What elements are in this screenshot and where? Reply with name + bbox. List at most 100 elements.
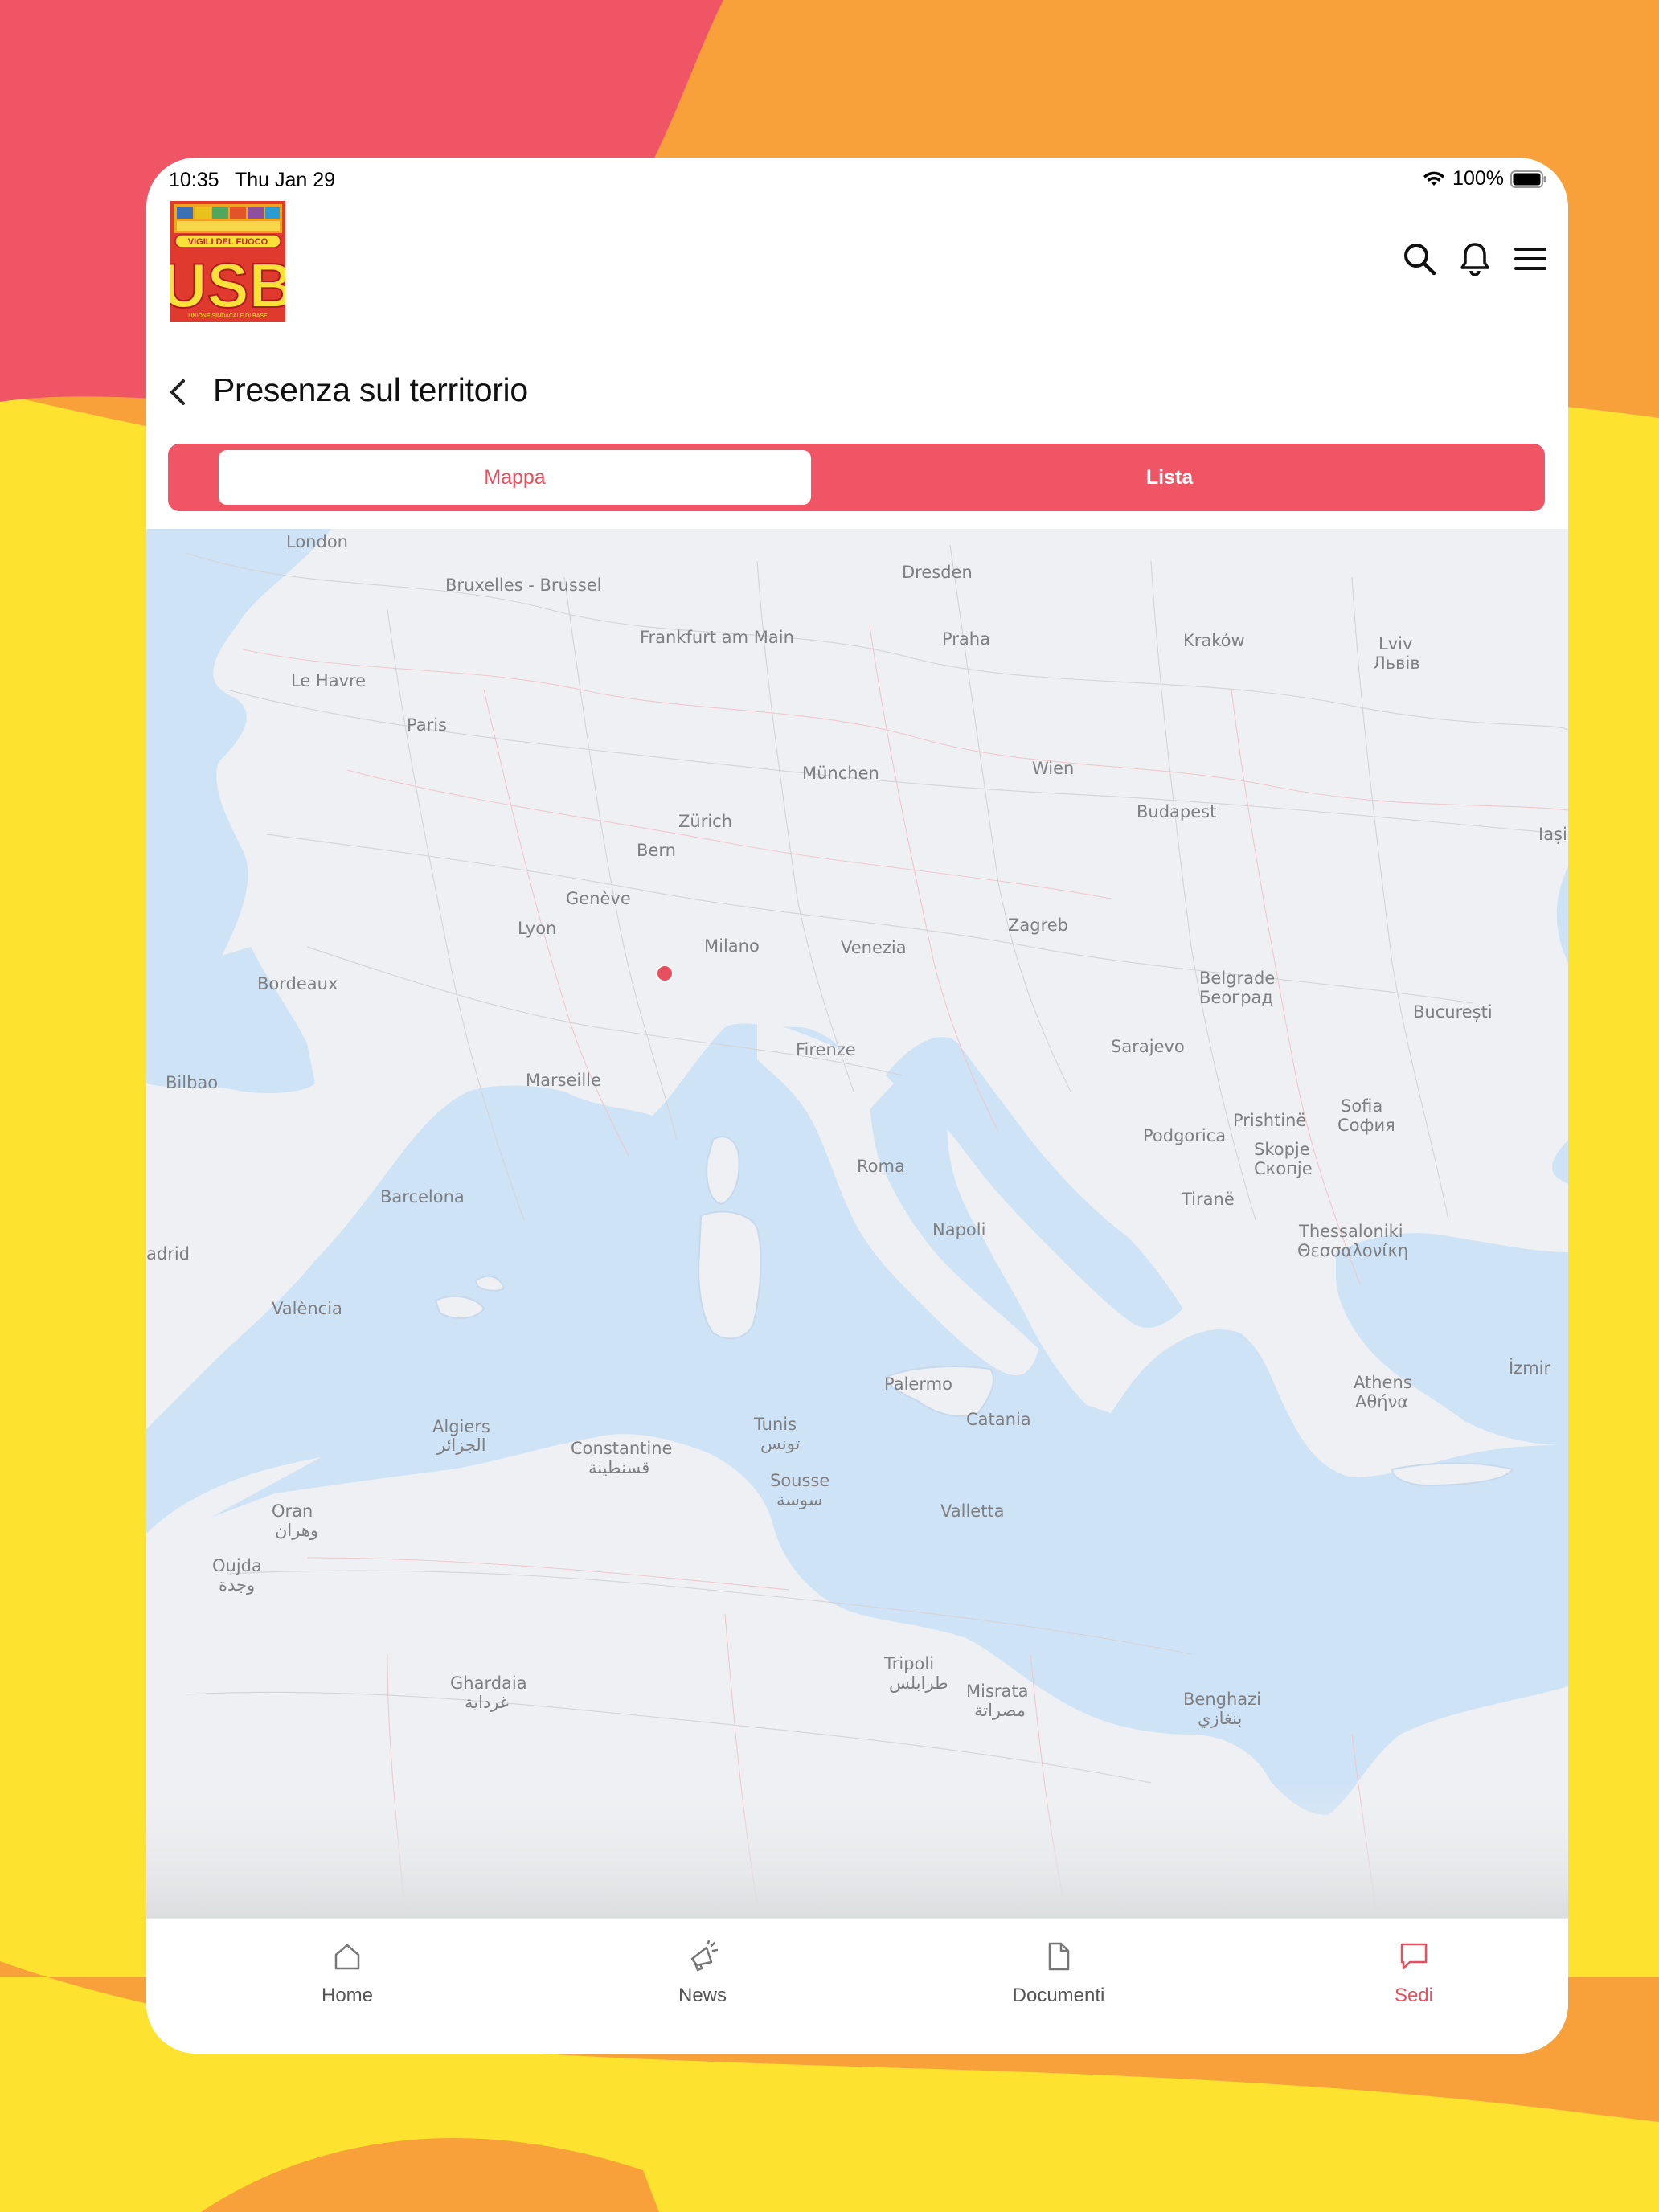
tab-news-label: News [678,1985,727,2006]
city-label: وهران [275,1521,319,1540]
status-time: 10:35 [169,169,219,191]
tab-sedi-label: Sedi [1394,1985,1434,2006]
city-label: Bruxelles - Brussel [445,576,602,595]
tab-home[interactable]: Home [227,1919,468,2039]
city-label: Oran [272,1501,313,1521]
city-label: Львів [1373,653,1420,673]
city-label: Praha [942,629,990,649]
svg-text:UNIONE SINDACALE DI BASE: UNIONE SINDACALE DI BASE [188,313,268,319]
city-label: München [802,764,879,783]
city-label: بنغازي [1198,1709,1243,1728]
city-label: Valletta [940,1501,1005,1521]
segment-lista[interactable]: Lista [853,450,1486,505]
city-label: Marseille [526,1071,601,1090]
city-label: Algiers [432,1417,490,1436]
status-bar: 10:35 Thu Jan 29 100% [146,158,1568,203]
city-label: București [1413,1002,1493,1022]
city-label: تونس [760,1434,801,1453]
map-view[interactable]: London Bruxelles - Brussel Dresden Frank… [146,529,1568,1918]
city-label: Constantine [571,1439,673,1458]
city-label: غرداية [465,1693,509,1712]
city-label: Tripoli [884,1654,935,1673]
wifi-icon [1423,171,1445,186]
city-label: سوسة [776,1490,823,1509]
tab-news[interactable]: News [582,1919,823,2039]
city-label: София [1337,1116,1395,1135]
bottom-tab-bar: Home News Documenti Sedi [146,1918,1568,2054]
city-label: Roma [857,1157,905,1176]
city-label: Milano [704,936,760,956]
city-label: Sarajevo [1111,1037,1185,1056]
location-pin[interactable] [657,966,672,981]
megaphone-icon [690,1940,719,1972]
city-label: Misrata [966,1682,1029,1701]
city-label: València [272,1299,342,1318]
city-label: Lyon [518,919,557,938]
city-label: Ghardaia [450,1673,527,1693]
city-label: طرابلس [889,1673,948,1693]
city-label: Bern [637,841,676,860]
city-label: Thessaloniki [1299,1222,1403,1241]
city-label: Tiranë [1182,1190,1235,1209]
city-label: Catania [966,1410,1031,1429]
status-date: Thu Jan 29 [235,169,336,191]
city-label: Frankfurt am Main [640,628,794,647]
battery-icon [1510,170,1546,188]
usb-logo[interactable]: VIGILI DEL FUOCO USB UNIONE SINDACALE DI… [170,201,285,322]
city-label: Belgrade [1199,969,1276,988]
tab-documenti-label: Documenti [1012,1985,1105,2006]
city-label: Benghazi [1183,1690,1262,1709]
city-label: Skopje [1254,1140,1310,1159]
city-label: Iași [1538,825,1567,844]
tab-documenti[interactable]: Documenti [938,1919,1179,2039]
city-label: Kraków [1183,631,1245,650]
battery-percent: 100% [1452,167,1504,190]
city-label: Bordeaux [257,974,338,993]
app-header [146,203,1568,331]
city-label: Palermo [884,1374,952,1394]
city-label: Lviv [1378,634,1413,653]
menu-icon[interactable] [1511,240,1550,278]
status-indicators: 100% [1422,167,1547,190]
city-label: مصراتة [974,1701,1026,1720]
city-label: Zürich [678,812,733,831]
app-window: 10:35 Thu Jan 29 100% VIGILI DEL FUOCO U… [146,158,1568,2054]
bell-icon[interactable] [1456,240,1494,278]
city-label: Genève [566,889,631,908]
city-label: Dresden [902,563,973,582]
svg-text:USB: USB [170,250,285,321]
document-icon [1048,1942,1070,1971]
city-label: Venezia [841,938,907,957]
tab-home-label: Home [321,1985,374,2006]
page-title: Presenza sul territorio [213,371,528,408]
city-label: Barcelona [380,1187,465,1206]
city-label: Sofia [1341,1096,1383,1116]
city-label: Београд [1199,988,1273,1007]
city-label: Bilbao [166,1073,219,1092]
search-icon[interactable] [1400,240,1439,278]
city-label: Prishtinë [1233,1111,1307,1130]
city-label: Podgorica [1143,1126,1227,1145]
city-label: Θεσσαλονίκη [1297,1241,1409,1260]
segment-mappa[interactable]: Mappa [219,450,811,505]
city-label: Скопје [1254,1159,1313,1178]
tab-sedi[interactable]: Sedi [1293,1919,1534,2039]
city-label: وجدة [219,1575,256,1595]
city-label: Paris [407,715,447,735]
city-label: İzmir [1509,1358,1551,1378]
city-label: Budapest [1137,802,1217,821]
city-label: Wien [1032,759,1075,778]
svg-text:VIGILI DEL FUOCO: VIGILI DEL FUOCO [188,237,268,247]
city-label: Zagreb [1008,916,1069,935]
chat-bubble-icon [1400,1943,1428,1970]
city-label: Sousse [770,1471,830,1490]
city-label: Napoli [932,1220,986,1239]
city-label: Tunis [754,1415,797,1434]
city-label: adrid [146,1244,190,1264]
back-chevron-icon[interactable] [162,373,195,412]
city-label: Αθήνα [1355,1392,1409,1411]
city-label: Le Havre [291,671,367,690]
city-label: Athens [1354,1373,1412,1392]
city-label: London [286,532,348,551]
home-icon [334,1944,360,1970]
